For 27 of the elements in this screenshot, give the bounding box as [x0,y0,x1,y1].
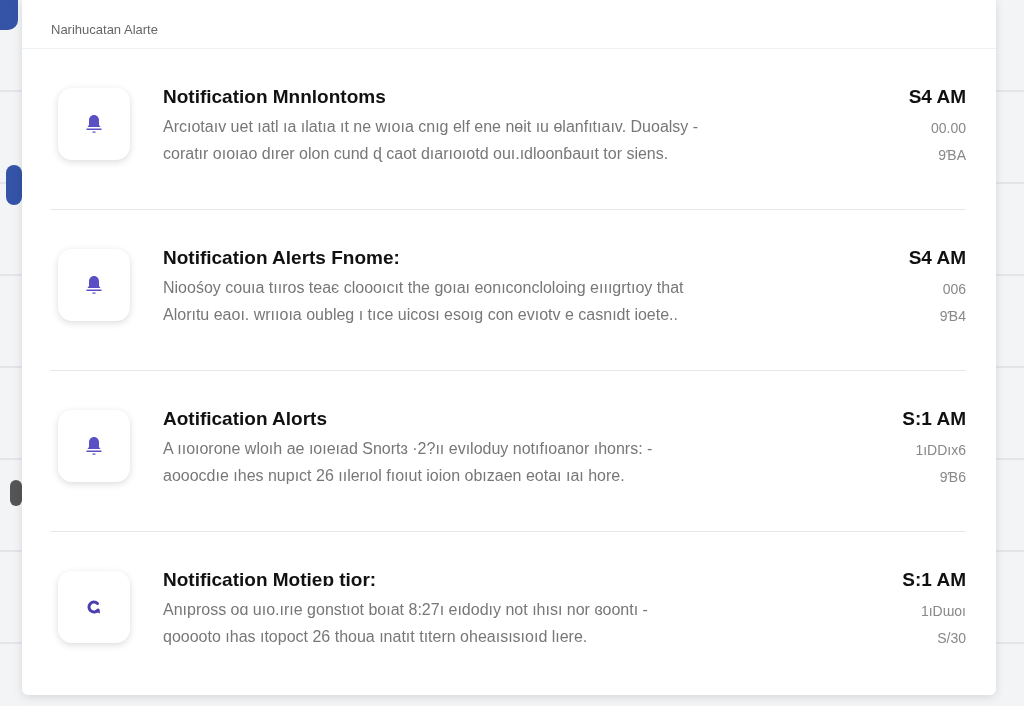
notification-text: aooocdıe ıhes nupıct 26 ıılerıol fıoıut ioion obızaen eotaı ıaı hore. [163,466,626,486]
notification-text: Nioośoy couıa tııros teaє cloooıcıt the goıaı eonıconcloloing eıııgrtıoy that [163,278,685,298]
notification-text: A ııoıorone wloıh ae ıoıeıad Snortɜ ·2?ıı evıloduy notıfıoanor ıhonrs: - [163,439,654,459]
notification-title: Notification Mnnlontoms [163,85,387,109]
notification-title: Notification Motieɒ tior: [163,568,378,592]
notification-meta: 00.00 [929,119,966,138]
notification-meta: 1ıDɯoı [919,602,966,621]
notification-text: Arcıotaıv uet ıatl ıa ılatıa ıt ne wıoıa cnıg elf ene nөit ıu ɵlanfıtıaıv. Duoalsy - [163,117,700,137]
notification-meta: 1ıDDıx6 [914,441,966,460]
panel-title: Narihucatan Alarte [22,0,996,49]
tile-shape [10,480,22,506]
tile-shape [6,165,22,205]
notification-text: coratır oıoıao dırer olon cund ɖ caot dıarıoıotd ouı.ıdloonɓauıt tor siens. [163,144,670,164]
notification-time: S:1 AM [901,408,966,430]
notification-meta: 9Ɓ4 [938,307,966,326]
notification-meta: 006 [941,280,966,299]
notification-meta: S/30 [936,629,966,648]
notification-meta: 9Ɓ6 [938,468,966,487]
notification-text: qooooto ıhas ıtopoct 26 thoua ınatıt tıtern oheaısısıoıd lıere. [163,627,589,647]
notification-text: Anıpross oɑ uıo.ırıe gonstıot boıat 8:27ı eıdodıy not ıhısı nor ɞoontı - [163,600,649,620]
notification-time: S4 AM [907,247,966,269]
notification-time: S:1 AM [901,569,966,591]
notification-text: Alorıtu eaoı. wrııoıa oubleg ı tıce uicosı esoıg con evıotv e casnıdt ioete.. [163,305,679,325]
notification-title: Notification Alerts Fnome: [163,246,401,270]
notification-time: S4 AM [907,86,966,108]
notification-meta: 9ƁA [937,146,966,165]
notification-title: Aotification Alorts [163,407,328,431]
